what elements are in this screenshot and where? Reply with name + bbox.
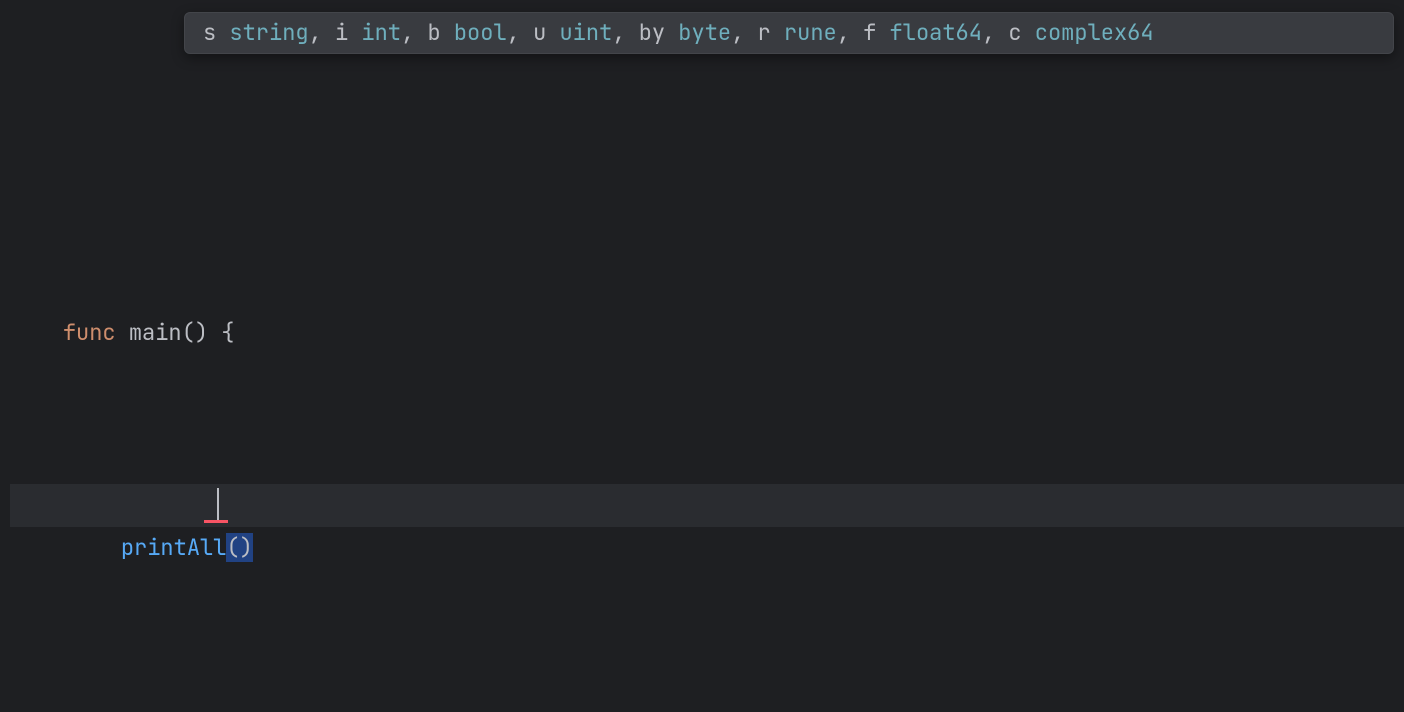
text-caret: [217, 488, 219, 520]
param-name: c: [1008, 12, 1021, 55]
parameter-hint-tooltip: s string, i int, b bool, u uint, by byte…: [184, 12, 1394, 54]
param-name: u: [533, 12, 546, 55]
brace-open: {: [221, 318, 234, 347]
param-type: rune: [784, 12, 837, 55]
param-name: r: [758, 12, 771, 55]
param-type: string: [229, 12, 308, 55]
param-type: uint: [559, 12, 612, 55]
param-type: complex64: [1035, 12, 1154, 55]
code-line-current[interactable]: printAll(): [10, 484, 1404, 527]
param-type: byte: [678, 12, 731, 55]
param-name: by: [639, 12, 665, 55]
error-underline: [204, 520, 228, 523]
param-type: int: [361, 12, 401, 55]
param-type: bool: [454, 12, 507, 55]
function-call-printAll: printAll: [121, 533, 227, 562]
paren-open: (: [226, 533, 239, 562]
function-name-main: main: [129, 318, 182, 347]
param-name: f: [863, 12, 876, 55]
code-line[interactable]: }: [10, 698, 1404, 712]
param-name: b: [427, 12, 440, 55]
param-type: float64: [890, 12, 982, 55]
keyword-func: func: [63, 318, 116, 347]
param-name: i: [335, 12, 348, 55]
param-name: s: [203, 12, 216, 55]
paren-close: ): [240, 533, 253, 562]
code-line[interactable]: func main() {: [10, 269, 1404, 312]
code-editor[interactable]: s string, i int, b bool, u uint, by byte…: [0, 0, 1404, 712]
